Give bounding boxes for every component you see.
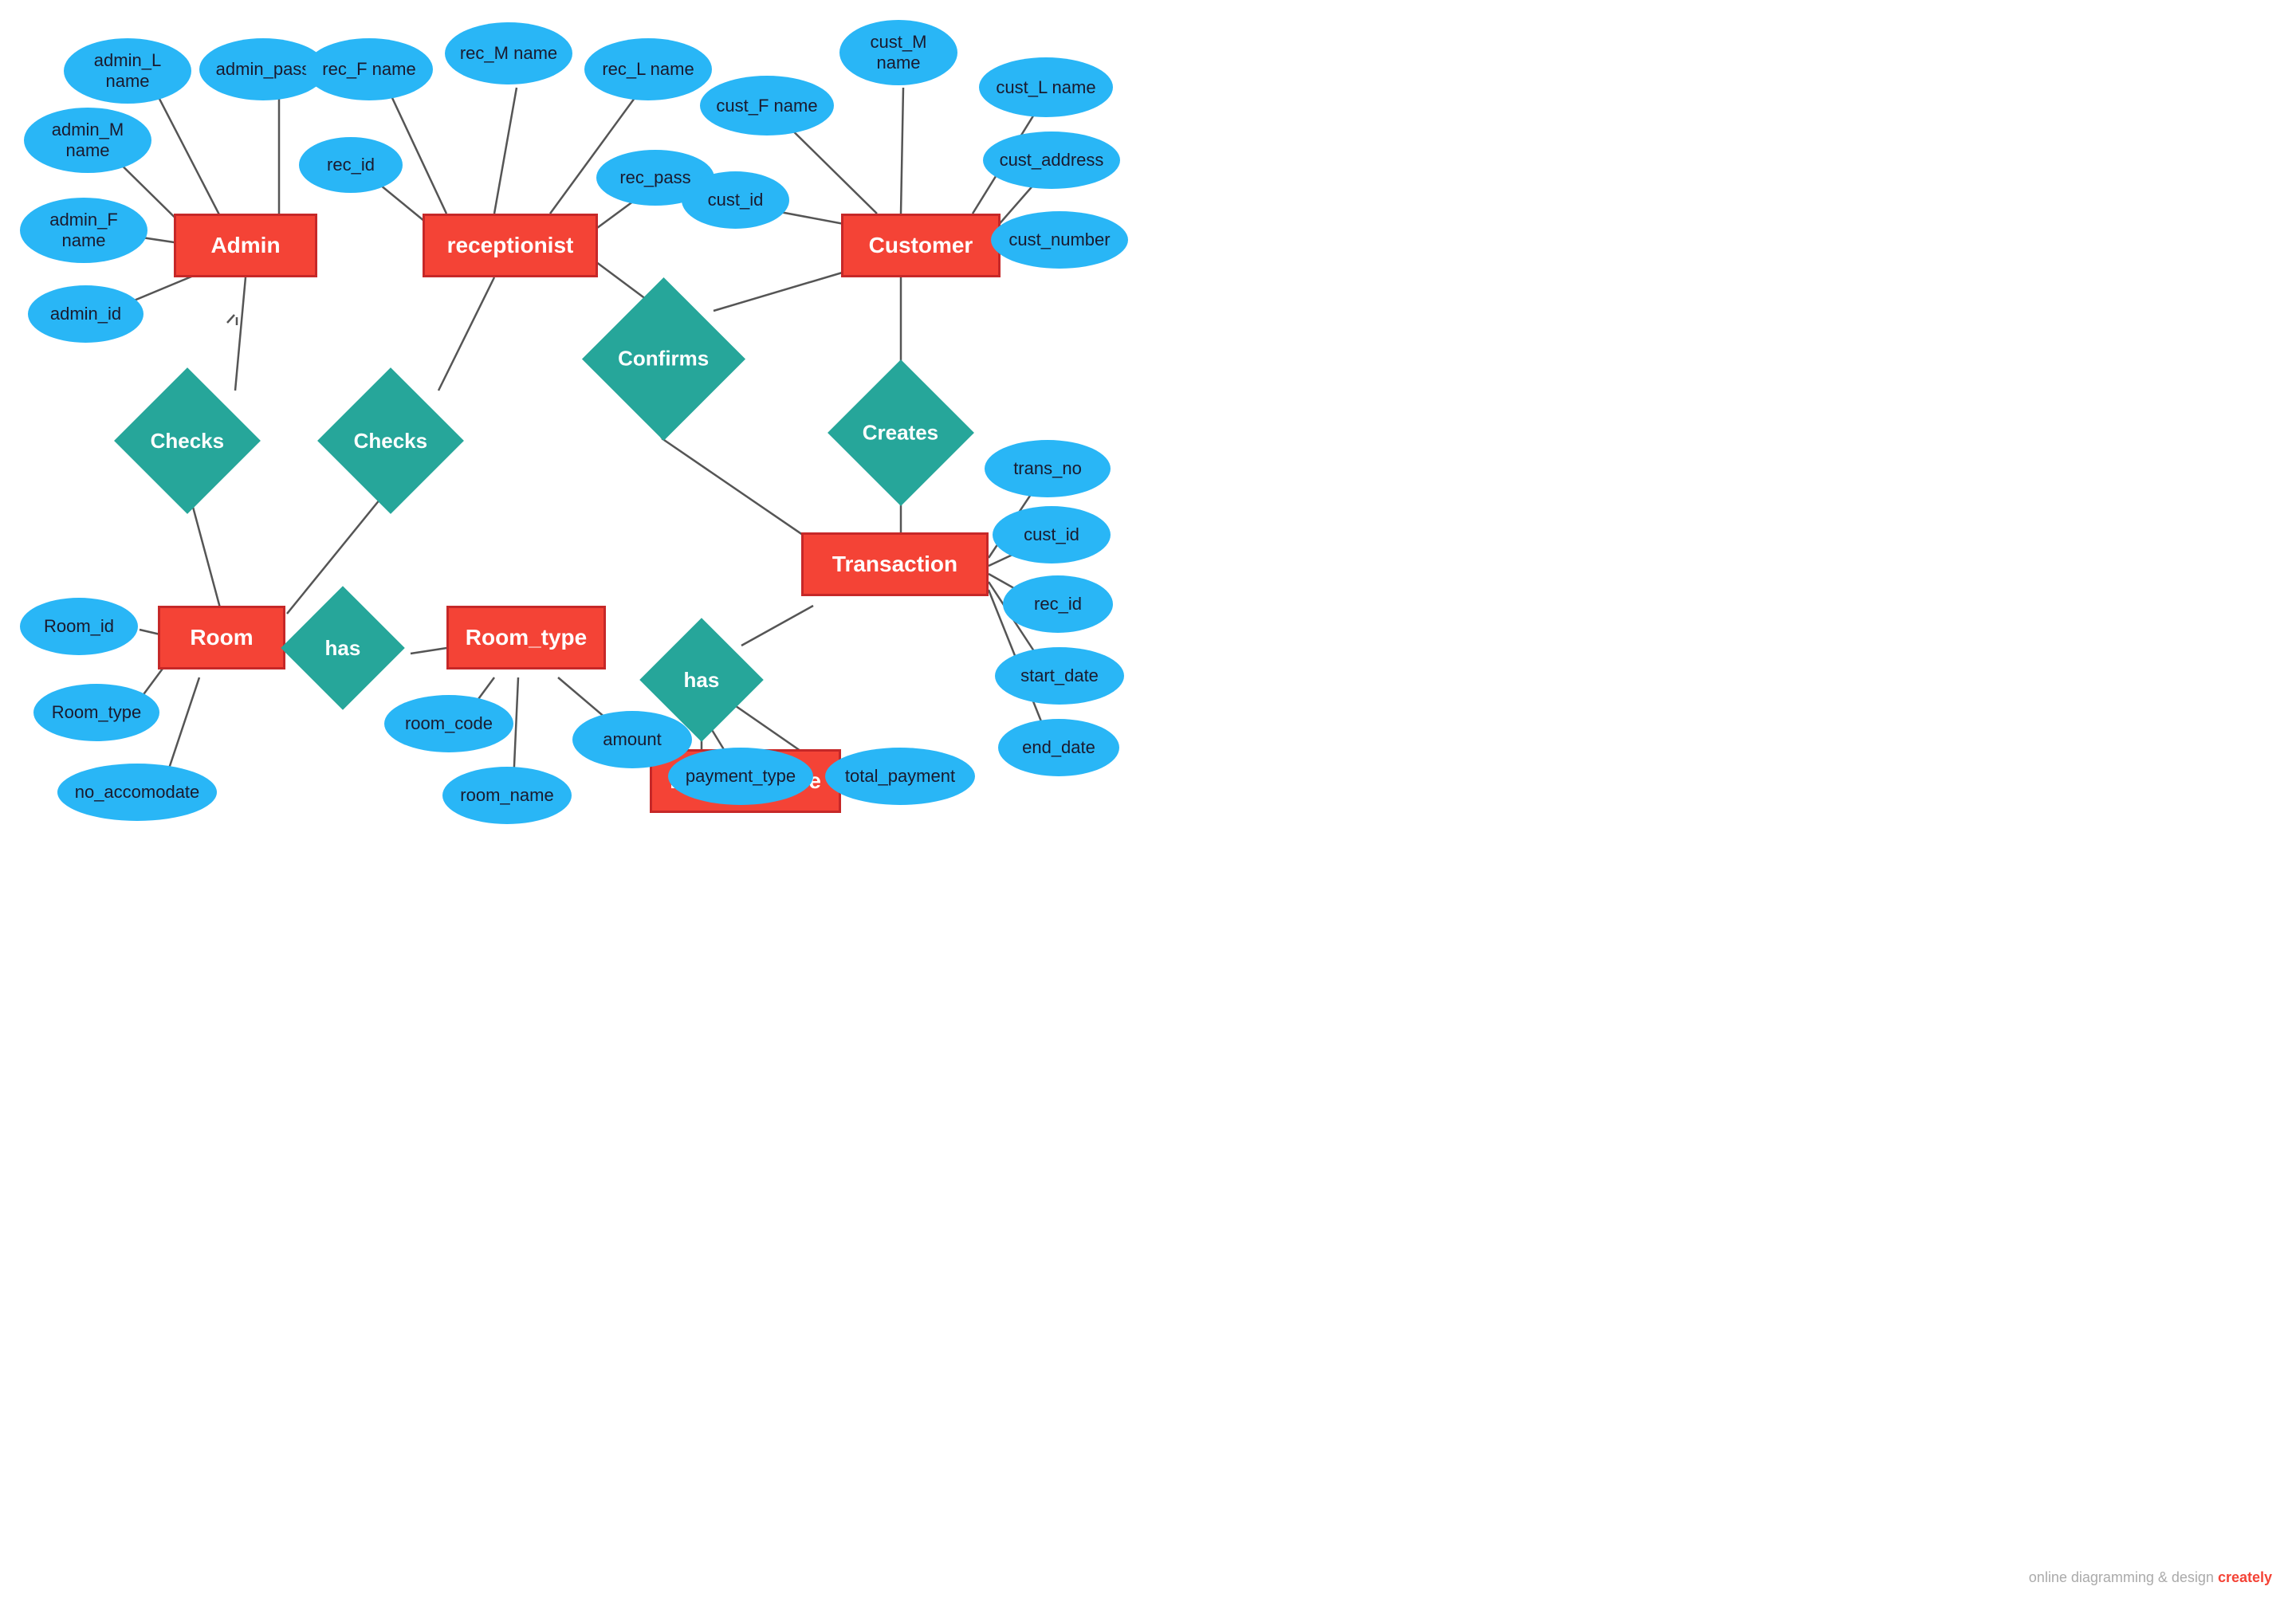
attr-start-date: start_date — [995, 647, 1124, 705]
attr-rec-id: rec_id — [299, 137, 403, 193]
attr-trans-no: trans_no — [985, 440, 1111, 497]
attr-room-code: room_code — [384, 695, 513, 752]
attr-end-date: end_date — [998, 719, 1119, 776]
watermark: online diagramming & design creately — [2029, 1569, 2272, 1586]
attr-cust-address: cust_address — [983, 132, 1120, 189]
attr-cust-m-name: cust_Mname — [839, 20, 957, 85]
attr-no-accomodate: no_accomodate — [57, 764, 217, 821]
attr-cust-number: cust_number — [991, 211, 1128, 269]
attr-total-payment: total_payment — [825, 748, 975, 805]
attr-cust-id: cust_id — [682, 171, 789, 229]
receptionist-entity: receptionist — [423, 214, 598, 277]
transaction-entity: Transaction — [801, 532, 989, 596]
attr-admin-id: admin_id — [28, 285, 144, 343]
attr-rec-id-trans: rec_id — [1003, 575, 1113, 633]
attr-cust-f-name: cust_F name — [700, 76, 834, 135]
attr-payment-type: payment_type — [668, 748, 813, 805]
attr-room-id: Room_id — [20, 598, 138, 655]
attr-rec-m-name: rec_M name — [445, 22, 572, 84]
admin-entity: Admin — [174, 214, 317, 277]
attr-cust-id-trans: cust_id — [993, 506, 1111, 563]
attr-rec-f-name: rec_F name — [305, 38, 433, 100]
room-entity: Room — [158, 606, 285, 669]
attr-amount: amount — [572, 711, 692, 768]
customer-entity: Customer — [841, 214, 1001, 277]
attr-cust-l-name: cust_L name — [979, 57, 1113, 117]
attr-room-name: room_name — [442, 767, 572, 824]
attr-admin-m-name: admin_Mname — [24, 108, 151, 173]
attr-rec-l-name: rec_L name — [584, 38, 712, 100]
attr-room-type: Room_type — [33, 684, 159, 741]
attr-admin-f-name: admin_Fname — [20, 198, 147, 263]
room-type-entity: Room_type — [446, 606, 606, 669]
attr-admin-l-name: admin_Lname — [64, 38, 191, 104]
